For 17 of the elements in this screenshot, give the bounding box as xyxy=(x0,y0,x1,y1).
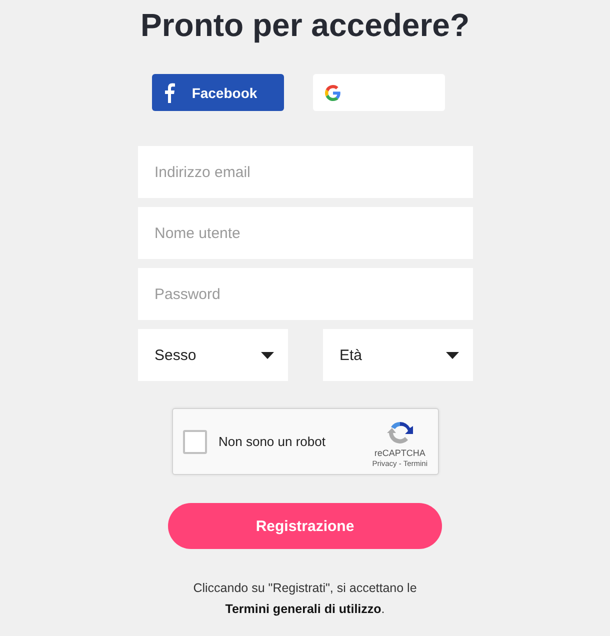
caret-icon xyxy=(446,352,458,358)
recaptcha-brand: reCAPTCHA xyxy=(374,448,426,458)
google-icon xyxy=(325,84,341,100)
input-field[interactable]: Nome utente xyxy=(138,207,472,259)
facebook-icon xyxy=(164,82,175,102)
google-button[interactable] xyxy=(313,74,445,111)
caret-icon xyxy=(260,352,274,358)
select-dropdown[interactable]: Età xyxy=(322,329,472,381)
terms-link[interactable]: Termini generali di utilizzo xyxy=(225,602,382,616)
facebook-button[interactable]: Facebook xyxy=(152,74,284,111)
captcha-checkbox[interactable] xyxy=(182,430,206,454)
terms-notice: Cliccando su "Registrati", si accettano le Termini generali di utilizzo. xyxy=(192,580,418,618)
input-field[interactable]: Indirizzo email xyxy=(138,146,472,198)
captcha-label: Non sono un robot xyxy=(218,434,326,449)
input-field[interactable]: Password xyxy=(138,268,472,320)
page-title: Pronto per accedere? xyxy=(140,6,470,45)
select-dropdown[interactable]: Sesso xyxy=(138,329,288,381)
